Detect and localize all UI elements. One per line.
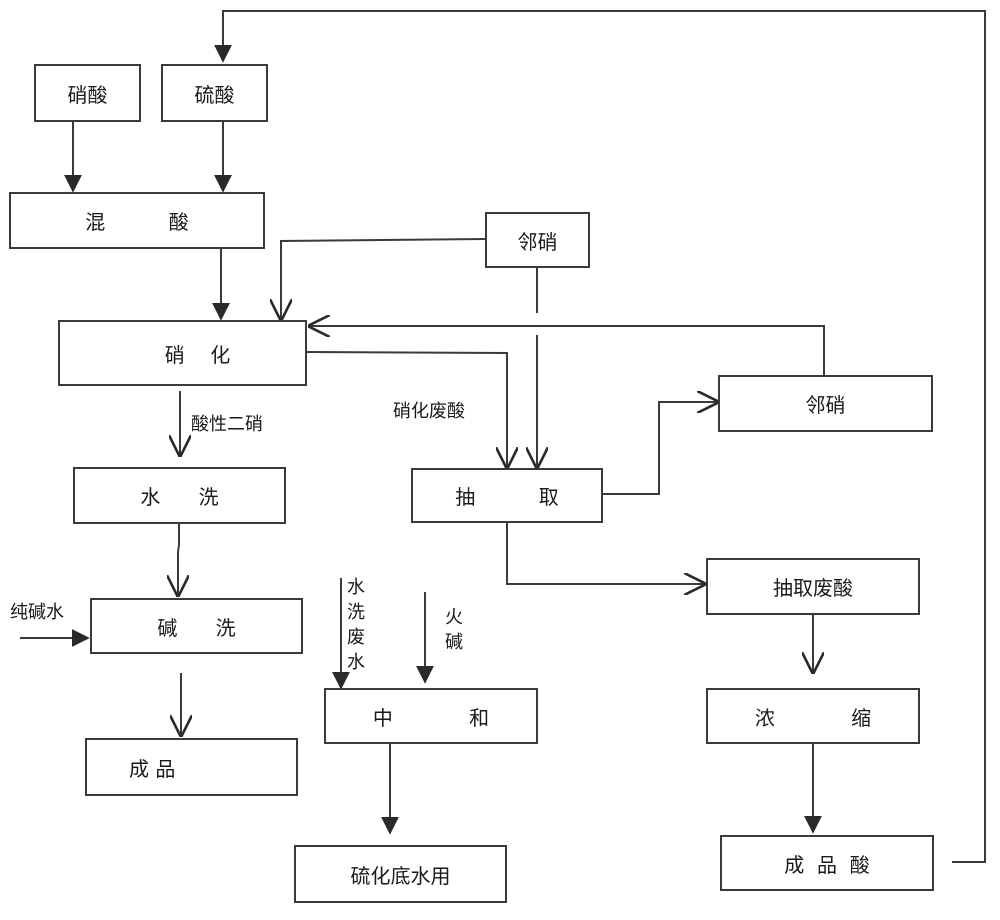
box-nitric-acid: 硝酸 — [34, 64, 141, 122]
box-label: 浓 缩 — [754, 705, 872, 730]
label-acidic-dinitro: 酸性二硝 — [191, 414, 263, 435]
label-nitration-waste-acid: 硝化废酸 — [393, 401, 465, 422]
box-label: 硫化底水用 — [350, 863, 451, 888]
box-ortho-nitro-product: 邻硝 — [718, 375, 933, 432]
box-ortho-nitro-feed: 邻硝 — [485, 212, 590, 268]
label-caustic-soda: 火碱 — [445, 607, 463, 653]
arrow-ortho-product-to-nitration — [310, 326, 825, 375]
box-label: 成 品 — [129, 756, 176, 781]
label-wash-waste-water: 水洗废水 — [347, 577, 365, 673]
box-label: 中 和 — [372, 705, 490, 730]
box-finished-acid: 成 品 酸 — [720, 835, 934, 891]
box-label: 硝 化 — [164, 342, 231, 367]
box-label: 抽 取 — [455, 485, 559, 509]
box-sulfide-bottom-water: 硫化底水用 — [294, 845, 507, 903]
box-nitration: 硝 化 — [58, 320, 307, 386]
box-neutralization: 中 和 — [324, 688, 538, 744]
box-label: 成 品 酸 — [784, 852, 870, 877]
box-label: 邻硝 — [517, 229, 558, 254]
process-flow-diagram: 硝酸 硫酸 混 酸 邻硝 硝 化 邻硝 水 洗 抽 取 碱 洗 抽取废酸 中 和… — [0, 0, 1000, 920]
box-label: 硫酸 — [194, 82, 235, 107]
box-label: 水 洗 — [140, 485, 219, 509]
box-mixed-acid: 混 酸 — [9, 192, 265, 249]
box-sulfuric-acid: 硫酸 — [161, 64, 268, 122]
box-label: 邻硝 — [805, 393, 846, 417]
box-label: 硝酸 — [67, 82, 108, 107]
box-water-wash: 水 洗 — [73, 467, 286, 524]
box-finished-product: 成 品 — [85, 738, 298, 796]
arrow-ortho-to-nitration — [281, 238, 487, 319]
box-label: 混 酸 — [85, 210, 189, 234]
arrow-extraction-to-ortho-product — [602, 402, 717, 495]
box-label: 抽取废酸 — [773, 576, 853, 600]
box-label: 碱 洗 — [157, 615, 236, 640]
arrow-extraction-to-waste-acid — [506, 521, 704, 584]
box-extraction: 抽 取 — [411, 468, 603, 523]
box-extraction-waste-acid: 抽取废酸 — [706, 558, 920, 615]
box-alkali-wash: 碱 洗 — [90, 598, 303, 654]
box-concentration: 浓 缩 — [706, 688, 920, 744]
arrow-waterwash-to-alkaliwash — [178, 523, 179, 595]
label-soda-ash-water: 纯碱水 — [10, 602, 64, 623]
